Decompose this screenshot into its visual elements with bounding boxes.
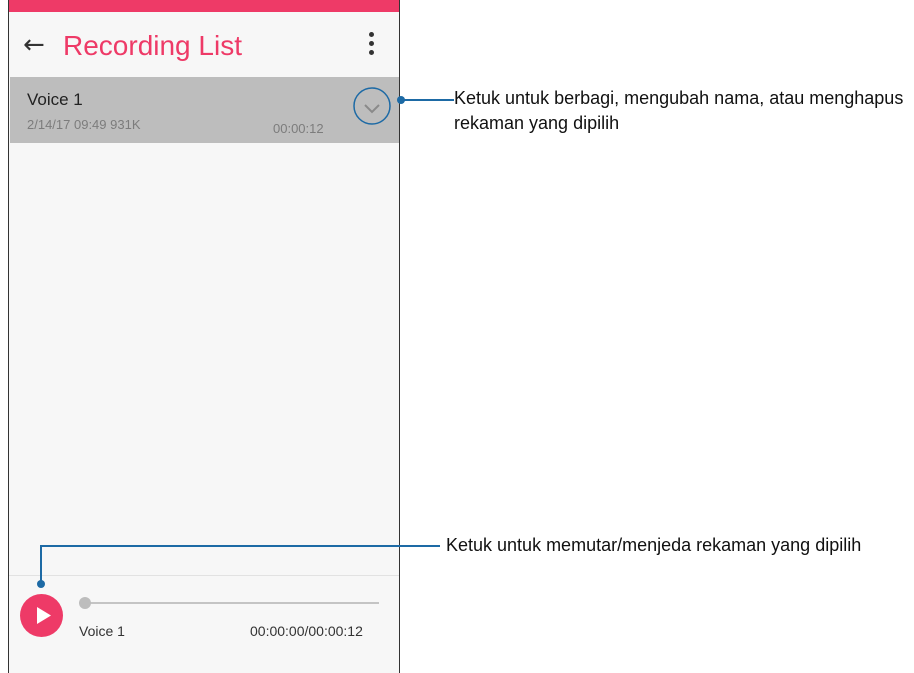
recording-list-item[interactable]: Voice 1 2/14/17 09:49 931K 00:00:12 xyxy=(10,77,399,143)
recording-meta: 2/14/17 09:49 931K xyxy=(27,117,141,132)
recording-duration: 00:00:12 xyxy=(273,121,324,136)
player-bar: Voice 1 00:00:00/00:00:12 xyxy=(9,576,399,673)
seek-bar[interactable] xyxy=(85,602,379,604)
phone-screen: ← Recording List Voice 1 2/14/17 09:49 9… xyxy=(8,0,400,673)
chevron-down-icon[interactable] xyxy=(352,86,392,126)
now-playing-name: Voice 1 xyxy=(79,623,125,639)
callout-line-expand xyxy=(404,99,454,101)
callout-expand-text: Ketuk untuk berbagi, mengubah nama, atau… xyxy=(454,88,904,133)
play-button[interactable] xyxy=(20,594,63,637)
status-bar xyxy=(9,0,399,12)
page-title: Recording List xyxy=(63,30,242,61)
play-icon xyxy=(37,607,51,624)
callout-line-play-vertical xyxy=(40,545,42,583)
seek-thumb[interactable] xyxy=(79,597,91,609)
recording-name: Voice 1 xyxy=(27,90,83,109)
more-vert-icon[interactable] xyxy=(361,32,381,62)
playback-time: 00:00:00/00:00:12 xyxy=(250,623,363,639)
callout-play-text: Ketuk untuk memutar/menjeda rekaman yang… xyxy=(446,535,862,555)
callout-line-play-horizontal xyxy=(40,545,440,547)
app-bar: ← Recording List xyxy=(9,12,399,80)
back-arrow-icon[interactable]: ← xyxy=(23,32,45,58)
